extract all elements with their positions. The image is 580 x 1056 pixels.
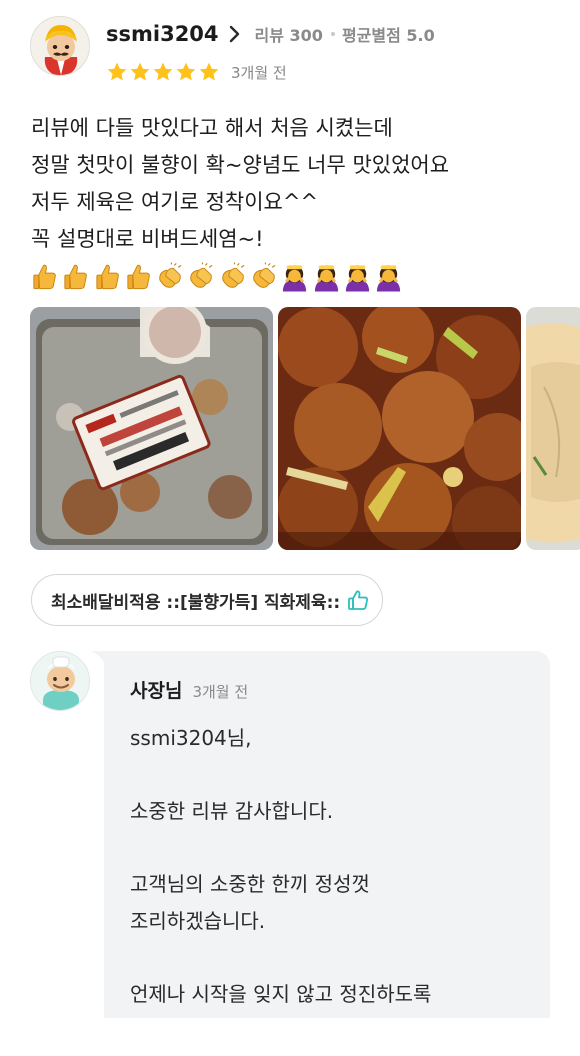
star-icon — [153, 62, 173, 81]
review-photo-packaged-food[interactable] — [30, 307, 273, 550]
clapping-hands-icon — [159, 262, 182, 288]
menu-tag-label: 최소배달비적용 ::[불향가득] 직화제육:: — [51, 592, 341, 613]
reviewer-avatar[interactable] — [30, 16, 90, 76]
star-icon — [130, 62, 150, 81]
reply-line — [130, 939, 431, 976]
reply-line — [130, 757, 431, 794]
owner-character-icon — [31, 652, 89, 710]
spicy-pork-photo — [278, 307, 521, 550]
star-icon — [107, 62, 127, 81]
person-bowing-icon — [314, 265, 338, 292]
reply-line: 조리하겠습니다. — [130, 908, 266, 933]
owner-avatar — [30, 651, 90, 711]
side-dish-photo — [526, 307, 580, 550]
reply-line — [130, 830, 431, 867]
owner-reply-date: 3개월 전 — [192, 683, 249, 701]
reviewer-info: ssmi3204 리뷰 300 평균별점 5.0 — [106, 20, 435, 48]
owner-reply-body: ssmi3204님, 소중한 리뷰 감사합니다. 고객님의 소중한 한끼 정성껏… — [130, 720, 431, 1012]
review-line: 리뷰에 다들 맛있다고 해서 처음 시켰는데 — [31, 116, 393, 140]
clapping-hands-icon — [253, 262, 276, 288]
emoji-row — [30, 262, 406, 292]
owner-reply-header: 사장님 3개월 전 — [130, 676, 248, 703]
clapping-hands-icon — [222, 262, 245, 288]
review-count: 리뷰 300 — [254, 26, 323, 45]
packaged-food-photo — [30, 307, 273, 550]
rating-stars: 3개월 전 — [106, 60, 287, 84]
owner-name: 사장님 — [130, 680, 183, 702]
person-bowing-icon — [377, 265, 401, 292]
reply-line: ssmi3204님, — [130, 726, 252, 750]
review-line: 저두 제육은 여기로 정착이요^^ — [31, 190, 319, 214]
clapping-hands-icon — [190, 262, 213, 288]
review-line: 꼭 설명대로 비벼드세염~! — [31, 227, 264, 251]
thumbs-up-icon — [95, 264, 119, 290]
thumbs-up-icon — [127, 264, 150, 290]
star-icon — [176, 62, 196, 81]
separator-dot — [330, 32, 335, 36]
star-icon — [199, 62, 219, 81]
review-line: 정말 첫맛이 불향이 확~양념도 너무 맛있었어요 — [31, 153, 450, 177]
chevron-right-icon[interactable] — [229, 25, 241, 43]
review-photo-spicy-pork[interactable] — [278, 307, 521, 550]
thumbs-up-icon — [64, 264, 88, 290]
person-bowing-icon — [345, 265, 370, 292]
review-date: 3개월 전 — [231, 63, 287, 82]
thumbs-up-outline-icon — [348, 590, 369, 610]
reply-line: 언제나 시작을 잊지 않고 정진하도록 — [130, 981, 432, 1006]
average-rating: 평균별점 5.0 — [341, 26, 435, 45]
reviewer-username[interactable]: ssmi3204 — [106, 22, 219, 46]
reply-line: 소중한 리뷰 감사합니다. — [130, 799, 334, 823]
cartoon-character-icon — [31, 17, 89, 75]
thumbs-up-icon — [33, 264, 56, 290]
review-photo-side-dish[interactable] — [526, 307, 580, 550]
review-body: 리뷰에 다들 맛있다고 해서 처음 시켰는데 정말 첫맛이 불향이 확~양념도 … — [31, 110, 571, 258]
reply-line: 고객님의 소중한 한끼 정성껏 — [130, 872, 370, 896]
menu-tag-chip[interactable]: 최소배달비적용 ::[불향가득] 직화제육:: — [31, 574, 384, 626]
person-bowing-icon — [283, 265, 307, 292]
